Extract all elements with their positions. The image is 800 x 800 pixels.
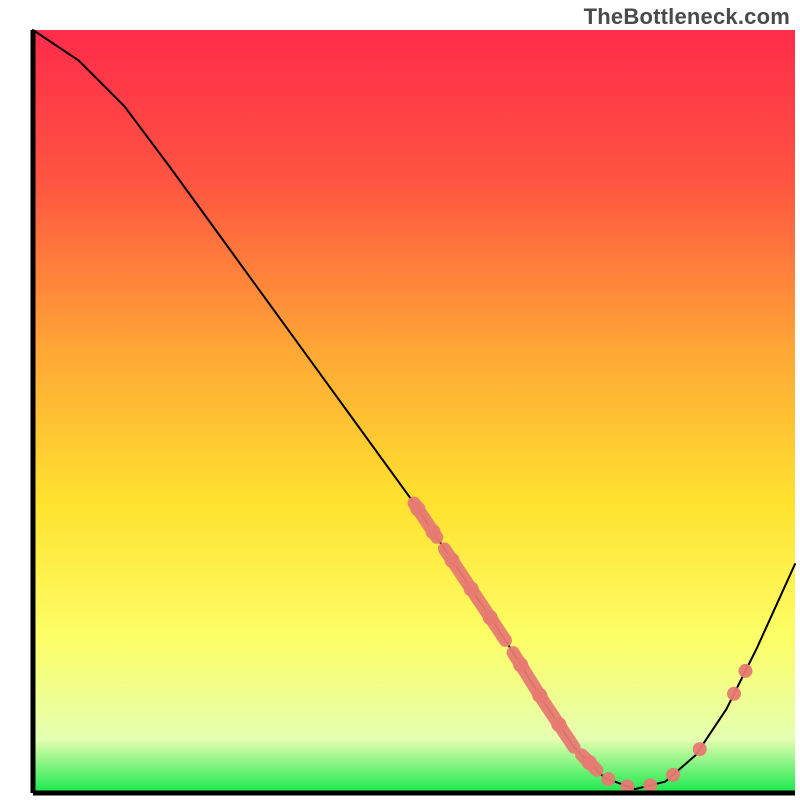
chart-svg — [0, 0, 800, 800]
overlay-dot — [601, 772, 615, 786]
overlay-dot — [513, 657, 528, 672]
overlay-dot — [410, 501, 425, 516]
overlay-dot — [727, 687, 741, 701]
overlay-dot — [666, 768, 680, 782]
overlay-dot — [643, 778, 657, 792]
chart-background — [33, 30, 795, 793]
overlay-dot — [532, 688, 547, 703]
overlay-dot — [693, 742, 707, 756]
overlay-dot — [551, 717, 566, 732]
overlay-dot — [483, 610, 498, 625]
overlay-dot — [445, 553, 460, 568]
chart-stage: TheBottleneck.com — [0, 0, 800, 800]
overlay-dot — [464, 581, 479, 596]
overlay-dot — [738, 664, 752, 678]
overlay-dot — [582, 755, 597, 770]
overlay-dot — [426, 524, 441, 539]
